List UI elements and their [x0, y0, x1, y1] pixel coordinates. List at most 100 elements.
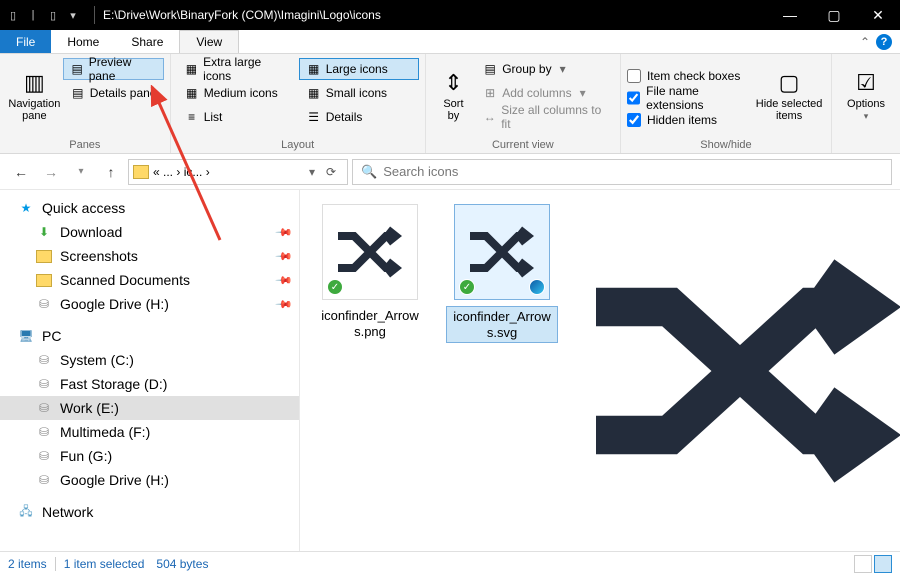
status-selected-size: 504 bytes: [156, 557, 208, 571]
search-input[interactable]: 🔍 Search icons: [352, 159, 892, 185]
minimize-button[interactable]: —: [768, 0, 812, 30]
maximize-button[interactable]: ▢: [812, 0, 856, 30]
title-bar: ▯ | ▯ ▾ E:\Drive\Work\BinaryFork (COM)\I…: [0, 0, 900, 30]
add-columns-button[interactable]: ⊞Add columns▾: [475, 82, 614, 104]
window-title: E:\Drive\Work\BinaryFork (COM)\Imagini\L…: [101, 8, 768, 22]
main-area: ★ Quick access ⬇ Download 📌 Screenshots …: [0, 190, 900, 551]
group-by-button[interactable]: ▤Group by▾: [475, 58, 614, 80]
star-icon: ★: [18, 200, 34, 216]
layout-details[interactable]: ☰Details: [299, 106, 419, 128]
sidebar-item-fast-storage-d[interactable]: ⛁ Fast Storage (D:): [0, 372, 299, 396]
drive-icon: ⛁: [36, 376, 52, 392]
sort-icon: ⇕: [444, 70, 462, 96]
sidebar-network[interactable]: 🖧 Network: [0, 500, 299, 524]
navigation-sidebar: ★ Quick access ⬇ Download 📌 Screenshots …: [0, 190, 300, 551]
checkbox[interactable]: [627, 113, 641, 127]
sidebar-item-scanned-documents[interactable]: Scanned Documents 📌: [0, 268, 299, 292]
divider: [55, 557, 56, 571]
qat-dropdown-icon[interactable]: ▾: [64, 6, 82, 24]
address-bar[interactable]: « ... › ic... › ▾ ⟳: [128, 159, 348, 185]
layout-medium-icons[interactable]: ▦Medium icons: [177, 82, 297, 104]
hide-selected-items-button[interactable]: ▢ Hide selected items: [753, 58, 825, 134]
drive-icon: ⛁: [36, 424, 52, 440]
forward-button[interactable]: →: [38, 159, 64, 185]
sidebar-pc[interactable]: 🖥 PC: [0, 324, 299, 348]
drive-icon: ⛁: [36, 472, 52, 488]
view-details-button[interactable]: [854, 555, 872, 573]
size-columns-icon: ↔: [482, 109, 497, 125]
folder-icon[interactable]: ▯: [4, 6, 22, 24]
layout-large-icons[interactable]: ▦Large icons: [299, 58, 419, 80]
close-button[interactable]: ✕: [856, 0, 900, 30]
view-large-icons-button[interactable]: [874, 555, 892, 573]
qat-item[interactable]: ▯: [44, 6, 62, 24]
sidebar-item-google-drive-h2[interactable]: ⛁ Google Drive (H:): [0, 468, 299, 492]
details-pane-button[interactable]: ▤ Details pane: [63, 82, 164, 104]
tab-share[interactable]: Share: [115, 30, 179, 53]
file-name: iconfinder_Arrows.svg: [446, 306, 558, 343]
large-icons-icon: ▦: [306, 61, 322, 77]
ribbon: ▥ Navigation pane ▤ Preview pane ▤ Detai…: [0, 54, 900, 154]
sync-badge-icon: ✓: [327, 279, 343, 295]
shuffle-icon: [462, 212, 542, 292]
recent-locations-button[interactable]: ▾: [68, 159, 94, 185]
sidebar-item-google-drive-h[interactable]: ⛁ Google Drive (H:) 📌: [0, 292, 299, 316]
sidebar-item-system-c[interactable]: ⛁ System (C:): [0, 348, 299, 372]
ribbon-group-show-hide: Item check boxes File name extensions Hi…: [621, 54, 832, 153]
network-icon: 🖧: [18, 504, 34, 520]
sidebar-quick-access[interactable]: ★ Quick access: [0, 196, 299, 220]
pin-icon: 📌: [275, 271, 294, 290]
file-item[interactable]: ✓ iconfinder_Arrows.svg: [446, 204, 558, 343]
options-icon: ☑: [856, 70, 876, 96]
group-label: Layout: [177, 137, 419, 151]
pin-icon: 📌: [275, 223, 294, 242]
group-label: [838, 137, 894, 151]
breadcrumb[interactable]: « ... › ic... ›: [153, 165, 305, 179]
help-icon[interactable]: ?: [876, 34, 892, 50]
group-label: Current view: [432, 137, 614, 151]
drive-icon: ⛁: [36, 448, 52, 464]
layout-extra-large-icons[interactable]: ▦Extra large icons: [177, 58, 297, 80]
sidebar-item-multimeda-f[interactable]: ⛁ Multimeda (F:): [0, 420, 299, 444]
medium-icons-icon: ▦: [184, 85, 200, 101]
options-button[interactable]: ☑ Options ▾: [838, 58, 894, 134]
qat-item[interactable]: |: [24, 6, 42, 24]
preview-pane-button[interactable]: ▤ Preview pane: [63, 58, 164, 80]
status-bar: 2 items 1 item selected 504 bytes: [0, 551, 900, 575]
small-icons-icon: ▦: [306, 85, 322, 101]
file-item[interactable]: ✓ iconfinder_Arrows.png: [314, 204, 426, 341]
sync-badge-icon: ✓: [459, 279, 475, 295]
hide-icon: ▢: [779, 70, 800, 96]
hidden-items-toggle[interactable]: Hidden items: [627, 110, 753, 130]
navigation-pane-button[interactable]: ▥ Navigation pane: [6, 58, 63, 134]
checkbox[interactable]: [627, 69, 641, 83]
folder-icon: [36, 250, 52, 263]
back-button[interactable]: ←: [8, 159, 34, 185]
file-list[interactable]: ✓ iconfinder_Arrows.png ✓ iconfinder_Arr…: [300, 190, 580, 551]
sort-by-button[interactable]: ⇕ Sort by: [432, 58, 476, 134]
shuffle-icon: [330, 212, 410, 292]
layout-small-icons[interactable]: ▦Small icons: [299, 82, 419, 104]
file-name-extensions-toggle[interactable]: File name extensions: [627, 88, 753, 108]
tab-file[interactable]: File: [0, 30, 51, 53]
layout-list[interactable]: ≡List: [177, 106, 297, 128]
item-check-boxes-toggle[interactable]: Item check boxes: [627, 66, 753, 86]
ribbon-group-layout: ▦Extra large icons ▦Large icons ▦Medium …: [171, 54, 426, 153]
edge-app-icon: [529, 279, 545, 295]
sidebar-item-download[interactable]: ⬇ Download 📌: [0, 220, 299, 244]
refresh-button[interactable]: ⟳: [319, 165, 343, 179]
collapse-ribbon-icon[interactable]: ⌃: [860, 35, 870, 49]
up-button[interactable]: ↑: [98, 159, 124, 185]
sidebar-item-fun-g[interactable]: ⛁ Fun (G:): [0, 444, 299, 468]
sidebar-item-work-e[interactable]: ⛁ Work (E:): [0, 396, 299, 420]
file-thumbnail: ✓: [322, 204, 418, 300]
content-pane: ✓ iconfinder_Arrows.png ✓ iconfinder_Arr…: [300, 190, 900, 551]
quick-access-toolbar: ▯ | ▯ ▾: [4, 6, 88, 24]
address-bar-row: ← → ▾ ↑ « ... › ic... › ▾ ⟳ 🔍 Search ico…: [0, 154, 900, 190]
sidebar-item-screenshots[interactable]: Screenshots 📌: [0, 244, 299, 268]
address-dropdown-icon[interactable]: ▾: [309, 165, 315, 179]
checkbox[interactable]: [627, 91, 640, 105]
tab-view[interactable]: View: [179, 30, 239, 53]
size-columns-button[interactable]: ↔Size all columns to fit: [475, 106, 614, 128]
tab-home[interactable]: Home: [51, 30, 115, 53]
